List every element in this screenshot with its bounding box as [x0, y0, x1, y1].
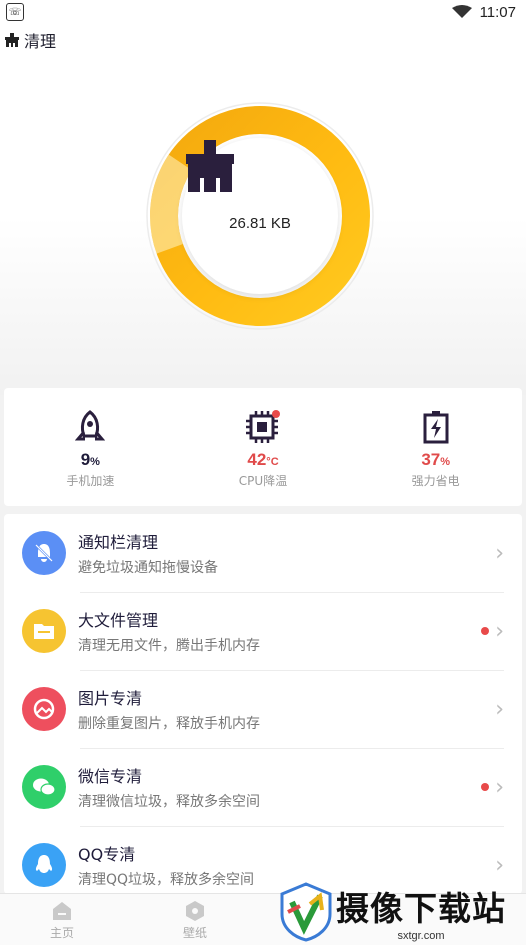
call-notification-icon: ☏	[6, 3, 24, 21]
chevron-right-icon: ›	[495, 540, 504, 566]
junk-size: 26.81 KB	[229, 214, 291, 232]
chevron-right-icon: ›	[495, 618, 504, 644]
alert-dot	[481, 627, 490, 635]
list-item-wechat-clean[interactable]: 微信专清 清理微信垃圾，释放多余空间 ›	[4, 748, 522, 826]
list-item-photo-clean[interactable]: 图片专清 删除重复图片，释放手机内存 ›	[4, 670, 522, 748]
item-subtitle: 避免垃圾通知拖慢设备	[78, 560, 218, 576]
broom-small-icon	[5, 33, 19, 47]
stat-speed-label: 手机加速	[66, 474, 115, 488]
item-title: 通知栏清理	[78, 533, 159, 552]
status-time: 11:07	[479, 3, 516, 21]
battery-icon	[423, 411, 449, 444]
chevron-right-icon: ›	[495, 852, 504, 878]
stat-power-unit: %	[440, 456, 451, 468]
stat-cpu-unit: °C	[266, 456, 279, 468]
stat-cpu-label: CPU降温	[238, 474, 288, 488]
chevron-right-icon: ›	[495, 774, 504, 800]
stat-power-label: 强力省电	[411, 474, 460, 488]
item-subtitle: 清理微信垃圾，释放多余空间	[78, 794, 260, 810]
rocket-icon	[75, 410, 106, 441]
nav-home[interactable]: 主页	[22, 900, 102, 941]
item-title: 大文件管理	[78, 611, 159, 630]
nav-wallpaper[interactable]: 壁纸	[155, 900, 235, 941]
feature-list: 通知栏清理 避免垃圾通知拖慢设备 › 大文件管理 清理无用文件，腾出手机内存 ›…	[4, 514, 522, 894]
image-icon	[22, 687, 66, 731]
chevron-right-icon: ›	[495, 696, 504, 722]
folder-icon	[22, 609, 66, 653]
bell-off-icon	[22, 531, 66, 575]
clean-ring-button[interactable]: 26.81 KB	[144, 100, 376, 332]
item-title: 图片专清	[78, 689, 143, 708]
stats-panel: 9% 手机加速 42°C CPU降温 37% 强力省电	[4, 388, 522, 506]
stat-power-save[interactable]: 37% 强力省电	[349, 388, 522, 506]
app-title-bar: 清理	[4, 28, 56, 52]
home-icon	[53, 902, 71, 920]
broom-icon	[186, 140, 234, 192]
item-title: 微信专清	[78, 767, 143, 786]
alert-dot	[481, 783, 490, 791]
watermark-text: 摄像下载站	[336, 888, 506, 928]
list-item-notification-clean[interactable]: 通知栏清理 避免垃圾通知拖慢设备 ›	[4, 514, 522, 592]
ring-center: 26.81 KB	[182, 138, 338, 294]
stat-speed-up[interactable]: 9% 手机加速	[4, 388, 177, 506]
item-subtitle: 删除重复图片，释放手机内存	[78, 716, 260, 732]
nav-home-label: 主页	[49, 926, 74, 940]
qq-icon	[22, 843, 66, 887]
stat-speed-unit: %	[90, 456, 100, 468]
nav-wallpaper-label: 壁纸	[182, 926, 207, 940]
chip-icon	[246, 410, 280, 443]
stat-power-value: 37	[421, 450, 441, 469]
item-subtitle: 清理无用文件，腾出手机内存	[78, 638, 260, 654]
list-item-large-file[interactable]: 大文件管理 清理无用文件，腾出手机内存 ›	[4, 592, 522, 670]
wifi-icon	[451, 5, 472, 18]
item-title: QQ专清	[78, 845, 136, 864]
watermark: 摄像下载站 sxtgr.com	[278, 878, 526, 945]
watermark-url: sxtgr.com	[397, 929, 445, 942]
wallpaper-icon	[186, 901, 204, 921]
stat-cpu-value: 42	[247, 450, 267, 469]
stat-speed-value: 9	[80, 450, 91, 469]
page-title: 清理	[24, 32, 57, 51]
wechat-icon	[22, 765, 66, 809]
stat-cpu-cool[interactable]: 42°C CPU降温	[177, 388, 350, 506]
status-bar: ☏ 11:07	[0, 0, 526, 24]
watermark-logo-icon	[280, 881, 332, 942]
